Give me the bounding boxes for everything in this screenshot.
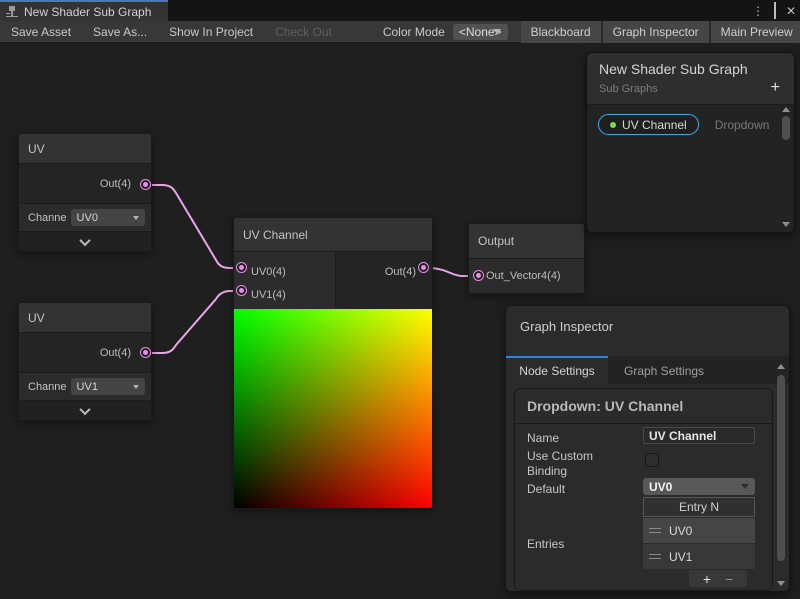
node-settings-section: Dropdown: UV Channel Name UV Channel Use…	[514, 388, 773, 591]
node-uv-bottom[interactable]: UV Out(4) Channe UV1	[18, 302, 152, 421]
scroll-up-icon[interactable]	[777, 364, 785, 369]
inspector-scrollbar[interactable]	[777, 364, 786, 588]
default-value: UV0	[649, 480, 672, 494]
tab-graph-settings[interactable]: Graph Settings	[608, 358, 720, 384]
port-uv-top-out[interactable]	[140, 179, 151, 190]
node-uv-channel[interactable]: UV Channel UV0(4) UV1(4) Out(4)	[233, 217, 433, 509]
entry-row-uv0[interactable]: UV0	[643, 518, 755, 543]
binding-label-line1: Use Custom	[527, 449, 593, 463]
node-title: Output	[469, 224, 584, 259]
scrollbar-thumb[interactable]	[782, 116, 790, 140]
use-custom-binding-checkbox[interactable]	[645, 453, 659, 467]
property-pill-uv-channel[interactable]: UV Channel	[598, 114, 699, 135]
port-label: UV1(4)	[234, 283, 335, 306]
scroll-down-icon[interactable]	[777, 581, 785, 586]
chevron-down-icon	[741, 484, 749, 489]
blackboard-scrollbar[interactable]	[782, 107, 791, 229]
channel-label: Channe	[28, 381, 67, 393]
node-uv-top[interactable]: UV Out(4) Channe UV0	[18, 133, 152, 252]
blackboard-header: New Shader Sub Graph Sub Graphs +	[587, 53, 794, 105]
collapse-button[interactable]	[19, 401, 151, 420]
uv-gradient-preview	[234, 309, 432, 508]
edge-uv0[interactable]	[146, 185, 238, 268]
add-entry-button[interactable]: +	[703, 572, 711, 586]
channel-dropdown[interactable]: UV1	[71, 378, 145, 395]
blackboard-item-row: UV Channel Dropdown	[587, 105, 794, 135]
node-output[interactable]: Output Out_Vector4(4)	[468, 223, 585, 294]
entry-list-footer: + −	[689, 570, 747, 587]
chevron-down-icon	[133, 385, 139, 389]
drag-handle-icon[interactable]	[649, 554, 661, 559]
exposed-dot-icon	[610, 122, 616, 128]
add-property-button[interactable]: +	[771, 80, 780, 96]
channel-value: UV0	[77, 212, 98, 224]
channel-dropdown[interactable]: UV0	[71, 209, 145, 226]
node-title: UV Channel	[234, 218, 432, 252]
inspector-title: Graph Inspector	[520, 319, 613, 334]
entries-label: Entries	[527, 537, 564, 552]
entry-value: UV0	[669, 524, 692, 538]
inspector-tabstrip: Node Settings Graph Settings	[506, 356, 789, 384]
port-uvchannel-out[interactable]	[418, 262, 429, 273]
port-label: Out(4)	[100, 347, 131, 359]
name-label: Name	[527, 431, 559, 446]
graph-inspector-panel[interactable]: Graph Inspector Node Settings Graph Sett…	[505, 305, 790, 592]
blackboard-subtitle: Sub Graphs	[599, 83, 782, 95]
chevron-down-icon	[133, 216, 139, 220]
node-title: UV	[19, 134, 151, 164]
section-title: Dropdown: UV Channel	[515, 389, 772, 424]
use-custom-binding-label: Use Custom Binding	[527, 449, 627, 479]
collapse-button[interactable]	[19, 232, 151, 251]
port-label: UV0(4)	[234, 260, 335, 283]
channel-label: Channe	[28, 212, 67, 224]
tab-node-settings[interactable]: Node Settings	[506, 356, 608, 384]
property-type: Dropdown	[715, 118, 770, 132]
entry-list-header: Entry N	[643, 497, 755, 517]
name-input[interactable]: UV Channel	[643, 427, 755, 444]
property-name: UV Channel	[622, 118, 687, 132]
port-uv-bottom-out[interactable]	[140, 347, 151, 358]
chevron-down-icon	[79, 234, 90, 245]
blackboard-panel[interactable]: New Shader Sub Graph Sub Graphs + UV Cha…	[586, 52, 795, 233]
port-uvchannel-in-uv1[interactable]	[236, 285, 247, 296]
scroll-down-icon[interactable]	[782, 222, 790, 227]
scrollbar-thumb[interactable]	[777, 375, 785, 561]
binding-label-line2: Binding	[527, 464, 567, 478]
port-label: Out(4)	[100, 178, 131, 190]
channel-value: UV1	[77, 381, 98, 393]
port-uvchannel-in-uv0[interactable]	[236, 262, 247, 273]
edge-uv1[interactable]	[146, 291, 238, 353]
port-label: Out(4)	[336, 260, 432, 283]
default-dropdown[interactable]: UV0	[643, 478, 755, 495]
scroll-up-icon[interactable]	[782, 107, 790, 112]
port-label: Out_Vector4(4)	[486, 270, 561, 282]
default-label: Default	[527, 482, 565, 497]
entry-value: UV1	[669, 550, 692, 564]
blackboard-title: New Shader Sub Graph	[599, 61, 782, 77]
remove-entry-button[interactable]: −	[725, 572, 733, 586]
entry-row-uv1[interactable]: UV1	[643, 544, 755, 569]
node-title: UV	[19, 303, 151, 333]
port-output-in[interactable]	[473, 270, 484, 281]
drag-handle-icon[interactable]	[649, 528, 661, 533]
chevron-down-icon	[79, 403, 90, 414]
name-value: UV Channel	[649, 429, 716, 443]
